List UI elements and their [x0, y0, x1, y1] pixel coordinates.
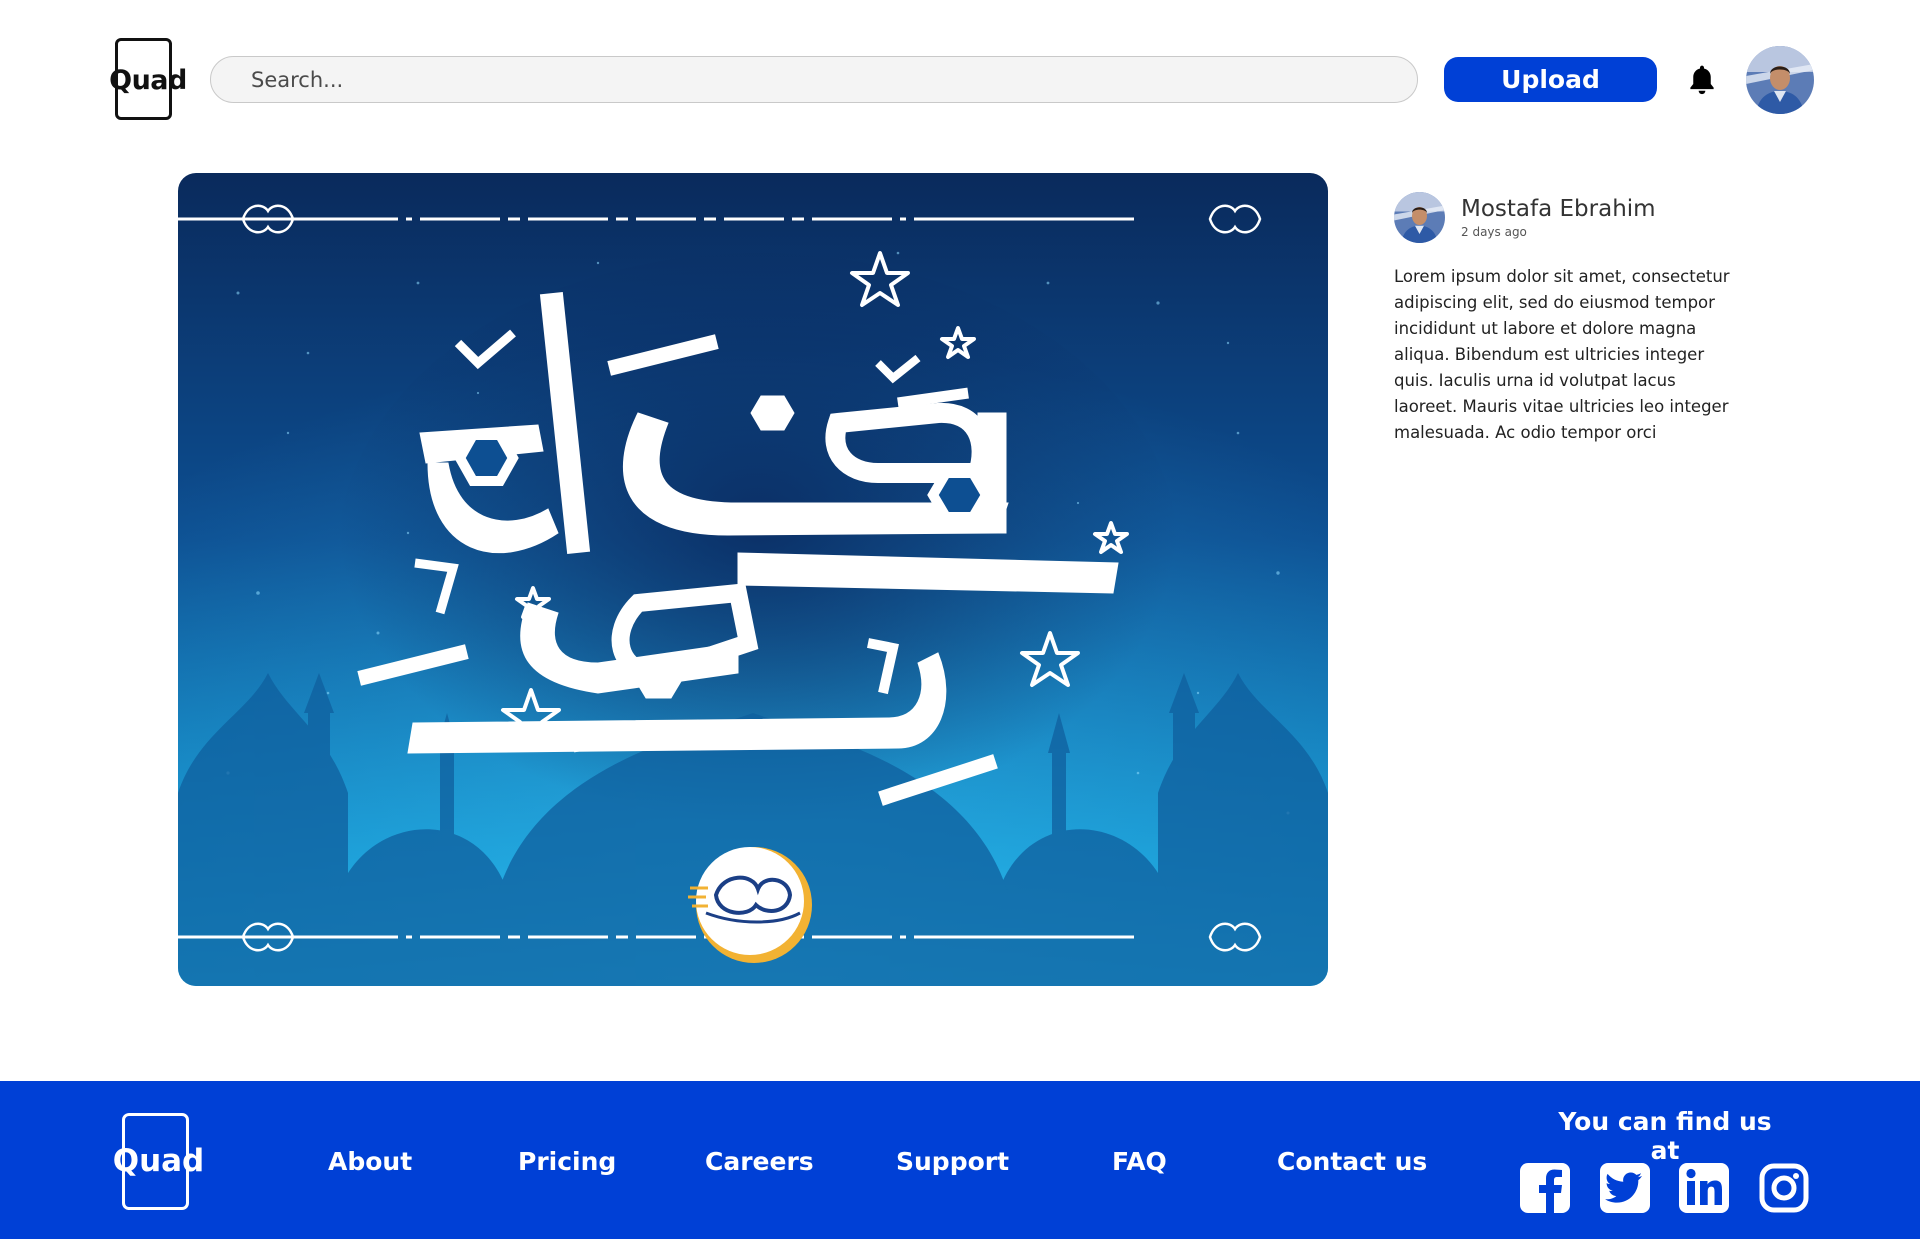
- search-input[interactable]: [210, 56, 1418, 103]
- footer-link-contact-us[interactable]: Contact us: [1277, 1147, 1427, 1176]
- footer-link-about[interactable]: About: [328, 1147, 412, 1176]
- footer-link-faq[interactable]: FAQ: [1112, 1147, 1167, 1176]
- footer-link-support[interactable]: Support: [896, 1147, 1009, 1176]
- footer-link-pricing[interactable]: Pricing: [518, 1147, 616, 1176]
- find-us-label: You can find us at: [1558, 1107, 1772, 1165]
- twitter-icon[interactable]: [1598, 1161, 1652, 1215]
- footer-logo[interactable]: Quad: [113, 1113, 204, 1210]
- post-description: Lorem ipsum dolor sit amet, consectetur …: [1394, 267, 1730, 442]
- quad-logo[interactable]: Quad: [109, 38, 187, 120]
- facebook-icon[interactable]: [1518, 1161, 1572, 1215]
- post-image[interactable]: [178, 173, 1328, 986]
- avatar[interactable]: [1746, 46, 1814, 114]
- author-name[interactable]: Mostafa Ebrahim: [1461, 196, 1656, 222]
- author-avatar[interactable]: [1394, 192, 1445, 243]
- logo-text: Quad: [109, 65, 187, 96]
- linkedin-icon[interactable]: [1677, 1161, 1731, 1215]
- post-timestamp: 2 days ago: [1461, 225, 1527, 239]
- footer: Quad About Pricing Careers Support FAQ C…: [0, 1081, 1920, 1239]
- instagram-icon[interactable]: [1757, 1161, 1811, 1215]
- bell-icon[interactable]: [1687, 63, 1717, 97]
- upload-button[interactable]: Upload: [1444, 57, 1657, 102]
- footer-logo-text: Quad: [112, 1143, 205, 1179]
- footer-link-careers[interactable]: Careers: [705, 1147, 814, 1176]
